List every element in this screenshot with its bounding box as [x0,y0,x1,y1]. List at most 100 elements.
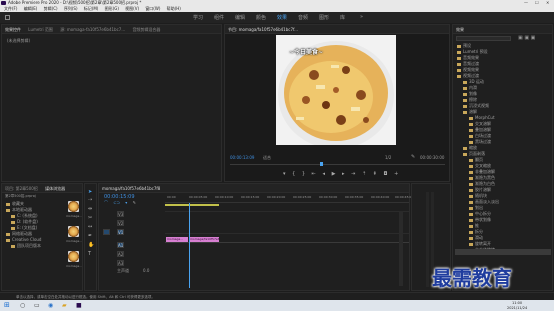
menu-graphics[interactable]: 图形(G) [105,6,119,11]
workspace-graphics[interactable]: 图形 [319,14,329,21]
track-label-a3[interactable]: A3 [117,260,124,266]
tab-effects[interactable]: 效果 [456,27,464,32]
selection-tool-icon[interactable]: ➤ [88,188,92,196]
watermark: 最需教育 [432,266,512,290]
ripple-edit-tool-icon[interactable]: ⇹ [88,206,92,212]
workspace-editing[interactable]: 编辑 [235,14,245,21]
program-timecode[interactable]: 00:00:13:09 [230,155,254,160]
workspace-learn[interactable]: 学习 [193,14,203,21]
zoom-fit-select[interactable]: 适合 [263,155,271,161]
track-select-tool-icon[interactable]: ⇢ [88,197,92,203]
linked-selection-icon[interactable]: ⊂⊃ [113,200,120,205]
menu-marker[interactable]: 标记(M) [84,6,99,11]
tab-project[interactable]: 项目: 第2章500招 [5,186,38,191]
track-label-v1[interactable]: V1 [117,229,124,235]
menu-help[interactable]: 帮助(H) [167,6,181,11]
file-explorer-icon[interactable]: ▰ [62,302,67,309]
program-duration: 00:00:30:00 [420,155,445,160]
playhead-marker[interactable] [320,162,323,166]
workspace-libraries[interactable]: 库 [340,14,345,21]
hand-tool-icon[interactable]: ✋ [88,242,94,248]
effects-item[interactable]: MorphCut [469,115,495,120]
browser-item[interactable]: 团队项目版本 [11,243,41,249]
windows-start-icon[interactable]: ⊞ [4,301,10,309]
menu-sequence[interactable]: 序列(S) [64,6,78,11]
tab-effect-controls[interactable]: 效果控件 [5,27,21,32]
pen-tool-icon[interactable]: ✒ [88,233,92,239]
track-label-a1[interactable]: A1 [117,242,124,248]
new-bin-icon[interactable]: ▣ ▣ ▣ [518,35,535,41]
ruler-tick: 00:00:30:00 [319,195,338,199]
timeline-scrollbar[interactable] [399,211,403,286]
tab-lumetri-scopes[interactable]: Lumetri 范围 [28,27,53,32]
timeline-settings-icon[interactable]: ✎ [133,200,136,205]
menu-clip[interactable]: 剪辑(C) [44,6,58,11]
workspace-assembly[interactable]: 组件 [214,14,224,21]
go-to-in-icon[interactable]: ⇤ [312,171,316,177]
tab-sequence[interactable]: momaga/fa10f57e6b41bc7f8 [102,186,160,191]
media-thumbnail[interactable] [68,226,79,237]
work-area-bar[interactable] [165,204,219,206]
browser-icon[interactable]: ◉ [48,302,53,309]
tab-media-browser[interactable]: 媒体浏览器 [45,186,65,191]
more-workspaces-icon[interactable]: » [360,14,363,20]
video-clip[interactable]: momaga/fa10f57e6b4... [189,237,219,242]
play-icon[interactable]: ▶ [332,171,336,177]
track-label-a2[interactable]: A2 [117,251,124,257]
button-editor-icon[interactable]: + [394,171,398,177]
step-back-icon[interactable]: ◂ [322,171,325,177]
video-frame: ~今日美食~ [276,35,396,145]
add-marker-icon[interactable]: ▾ [283,171,286,177]
slip-tool-icon[interactable]: ↔ [88,224,92,230]
snap-icon[interactable]: ⌒ [104,200,108,205]
ruler-tick: 00:00:35:00 [345,195,364,199]
menu-window[interactable]: 窗口(W) [145,6,160,11]
extract-icon[interactable]: ⇞ [373,171,377,177]
transport-controls: ▾ { } ⇤ ◂ ▶ ▸ ⇥ ⇡ ⇞ ◘ + [283,171,413,179]
home-icon[interactable] [5,15,10,20]
project-panel-tabs: 项目: 第2章500招 媒体浏览器 [2,184,82,193]
lift-icon[interactable]: ⇡ [362,171,366,177]
settings-wrench-icon[interactable]: ✎ [411,154,415,160]
timeline-panel: momaga/fa10f57e6b41bc7f8 00:00:15:09 ⌒ ⊂… [98,183,413,291]
razor-tool-icon[interactable]: ✂ [88,215,92,221]
track-divider [165,233,409,234]
program-monitor-tabs: 节目: momaga/fa10f57e6b41bc7f... [225,25,449,34]
workspace-color[interactable]: 颜色 [256,14,266,21]
ruler-tick: 00:00:05:00 [189,195,208,199]
go-to-out-icon[interactable]: ⇥ [351,171,355,177]
tools-panel: ➤ ⇢ ⇹ ✂ ↔ ✒ ✋ T [84,183,97,291]
effects-search-input[interactable] [456,36,511,41]
playhead-bar[interactable] [230,164,445,165]
resolution-select[interactable]: 1/2 [385,155,391,160]
mark-out-icon[interactable]: } [302,171,305,177]
search-icon[interactable]: ○ [20,302,25,309]
timeline-playhead[interactable] [189,203,190,288]
type-tool-icon[interactable]: T [88,251,91,257]
master-volume-value[interactable]: 0.0 [143,268,149,273]
video-clip[interactable]: momaga... [166,237,188,242]
menu-edit[interactable]: 编辑(E) [24,6,38,11]
menu-view[interactable]: 视图(V) [125,6,139,11]
menu-file[interactable]: 文件(F) [4,6,17,11]
tab-program[interactable]: 节目: momaga/fa10f57e6b41bc7f... [228,27,298,32]
workspace-audio[interactable]: 音频 [298,14,308,21]
premiere-taskbar-icon[interactable]: ■ [76,302,82,309]
media-thumbnail[interactable] [68,201,79,212]
timeline-ruler[interactable]: 00:00 00:00:05:00 00:00:10:00 00:00:15:0… [165,195,413,203]
source-patch-v1[interactable] [103,229,110,235]
export-frame-icon[interactable]: ◘ [384,171,388,177]
workspace-effects[interactable]: 效果 [277,14,287,21]
browser-item[interactable]: Creative Cloud [6,237,41,242]
tab-source[interactable]: 源: momaga-fa10f57e6b41bc7... [60,27,125,32]
video-caption: ~今日美食~ [289,49,324,56]
source-panel-tabs: 效果控件 Lumetri 范围 源: momaga-fa10f57e6b41bc… [2,25,221,34]
media-thumbnail[interactable] [68,251,79,262]
mark-in-icon[interactable]: { [292,171,295,177]
track-label-v3[interactable]: V3 [117,211,124,217]
step-forward-icon[interactable]: ▸ [342,171,345,177]
task-view-icon[interactable]: ▭ [34,302,40,309]
add-marker-icon[interactable]: ▾ [125,200,127,205]
tab-audio-clip-mixer[interactable]: 音频剪辑混合器 [132,27,160,32]
track-label-v2[interactable]: V2 [117,220,124,226]
